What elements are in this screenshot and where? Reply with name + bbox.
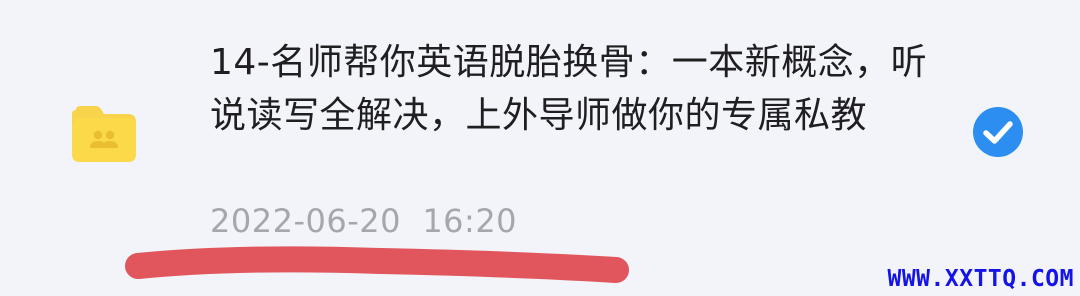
- red-underline-annotation: [125, 246, 629, 283]
- file-date: 2022-06-20 16:20: [210, 202, 518, 240]
- file-name: 14-名师帮你英语脱胎换骨：一本新概念，听说读写全解决，上外导师做你的专属私教: [210, 42, 928, 136]
- check-circle-icon[interactable]: [972, 106, 1024, 158]
- watermark-text: WWW.XXTTQ.COM: [887, 266, 1074, 292]
- shared-folder-icon: [72, 106, 136, 162]
